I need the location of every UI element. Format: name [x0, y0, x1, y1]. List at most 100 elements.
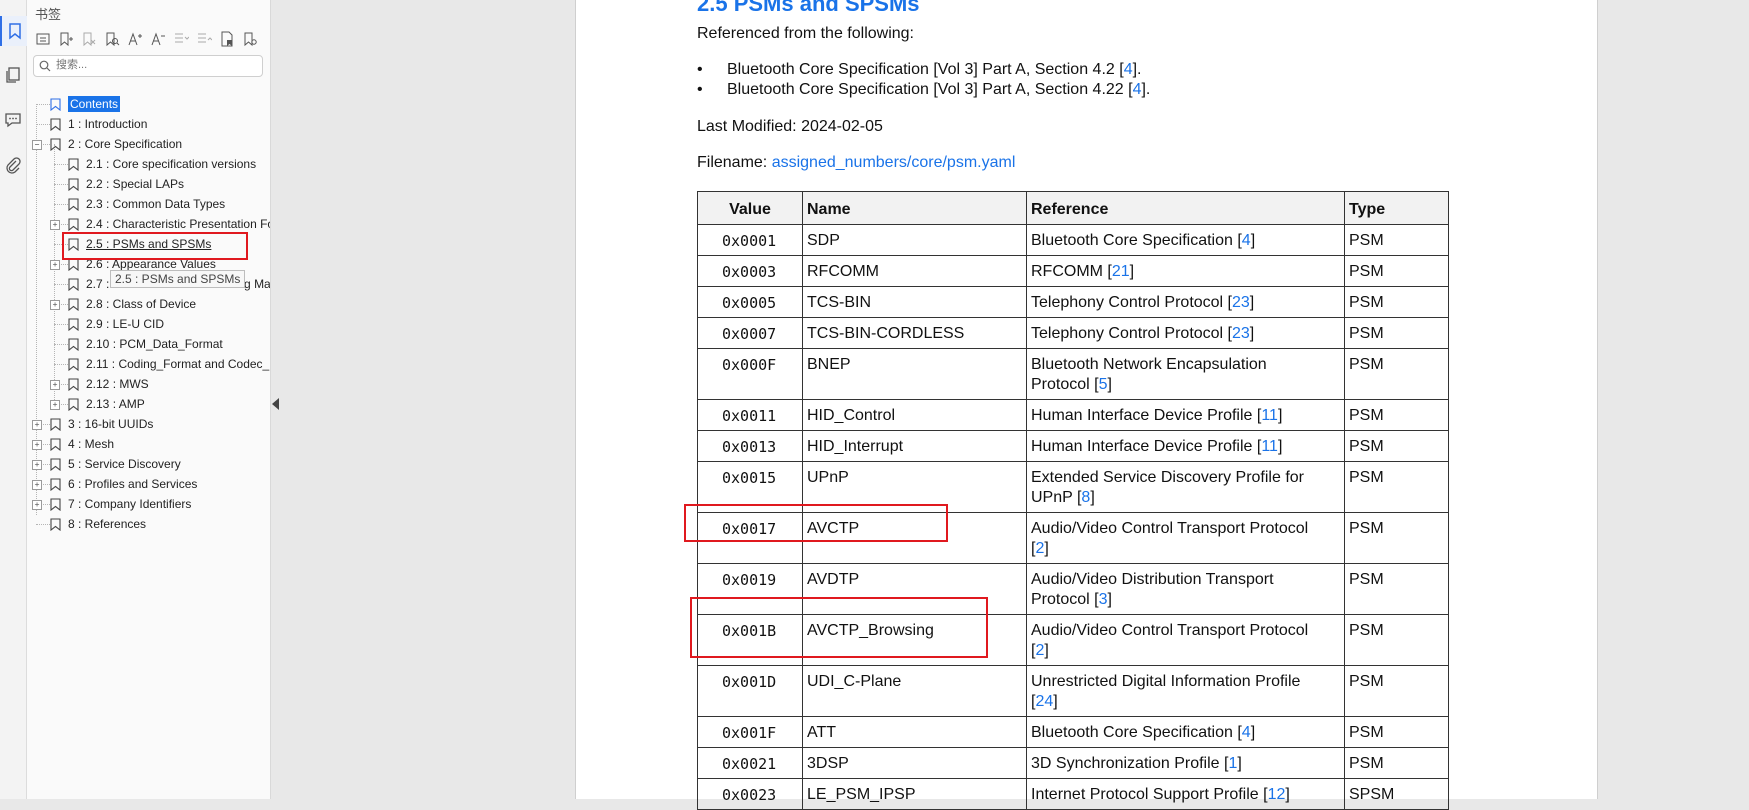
cell-type: PSM	[1344, 665, 1449, 717]
cell-value: 0x000F	[697, 348, 803, 400]
bookmark-item[interactable]: 2.4 : Characteristic Presentation Format…	[68, 214, 270, 234]
bookmark-from-page-button[interactable]	[217, 28, 237, 50]
cell-name: BNEP	[802, 348, 1027, 400]
delete-bookmark-button[interactable]	[79, 28, 99, 50]
decrease-font-button[interactable]	[148, 28, 168, 50]
expand-toggle-icon[interactable]: +	[50, 400, 60, 410]
cell-name: HID_Control	[802, 399, 1027, 431]
reference-link[interactable]: 4	[1242, 232, 1251, 249]
reference-link[interactable]: 23	[1232, 294, 1250, 311]
section-heading: 2.5 PSMs and SPSMs	[697, 0, 920, 16]
bookmark-label: 2.1 : Core specification versions	[86, 157, 257, 171]
reference-text: Audio/Video Distribution Transport	[1031, 571, 1274, 588]
bookmark-settings-button[interactable]	[240, 28, 260, 50]
cell-value: 0x0023	[697, 778, 803, 810]
collapse-panel-arrow-icon[interactable]	[272, 398, 279, 410]
bookmark-search-box[interactable]	[33, 55, 263, 77]
pages-icon	[6, 67, 20, 83]
bookmark-item[interactable]: 2.10 : PCM_Data_Format	[68, 334, 223, 354]
table-header-row: Value Name Reference Type	[697, 191, 1449, 225]
bookmark-label: 2.8 : Class of Device	[86, 297, 197, 311]
add-bookmark-button[interactable]	[56, 28, 76, 50]
cell-type: PSM	[1344, 461, 1449, 513]
attachments-tab-button[interactable]	[0, 150, 26, 180]
cell-type: PSM	[1344, 563, 1449, 615]
bookmark-item[interactable]: 2.9 : LE-U CID	[68, 314, 164, 334]
bookmark-item[interactable]: 6 : Profiles and Services	[50, 474, 197, 494]
reference-link[interactable]: 5	[1099, 376, 1108, 393]
expand-toggle-icon[interactable]: +	[32, 500, 42, 510]
bookmark-icon	[9, 23, 21, 40]
cell-reference: Bluetooth Network Encapsulation Protocol …	[1026, 348, 1345, 400]
increase-font-button[interactable]	[125, 28, 145, 50]
bookmark-item[interactable]: 7 : Company Identifiers	[50, 494, 191, 514]
bookmark-item[interactable]: 2.11 : Coding_Format and Codec_ID	[68, 354, 270, 374]
reference-link[interactable]: 3	[1099, 591, 1108, 608]
highlight-box-bookmark	[62, 232, 248, 260]
reference-link[interactable]: 4	[1242, 724, 1251, 741]
bookmark-item[interactable]: 2.13 : AMP	[68, 394, 145, 414]
expand-toggle-icon[interactable]: +	[50, 380, 60, 390]
reference-link[interactable]: 2	[1035, 540, 1044, 557]
bookmark-item[interactable]: 2.8 : Class of Device	[68, 294, 196, 314]
bookmark-icon	[68, 197, 79, 211]
bookmark-item[interactable]: 2.1 : Core specification versions	[68, 154, 256, 174]
reference-text: Telephony Control Protocol [	[1031, 294, 1232, 311]
expand-toggle-icon[interactable]: +	[50, 300, 60, 310]
reference-link[interactable]: 2	[1035, 642, 1044, 659]
reference-link[interactable]: 12	[1268, 786, 1286, 803]
reference-text: Telephony Control Protocol [	[1031, 325, 1232, 342]
expand-icon	[175, 33, 189, 43]
collapse-all-button[interactable]	[194, 28, 214, 50]
expand-toggle-icon[interactable]: +	[32, 420, 42, 430]
bookmark-item[interactable]: 2.12 : MWS	[68, 374, 149, 394]
cell-name: UDI_C-Plane	[802, 665, 1027, 717]
expand-toggle-icon[interactable]: +	[32, 460, 42, 470]
table-row: 0x0007 TCS-BIN-CORDLESS Telephony Control …	[697, 317, 1449, 349]
bookmark-item[interactable]: 3 : 16-bit UUIDs	[50, 414, 153, 434]
reference-link[interactable]: 1	[1228, 755, 1237, 772]
bookmark-item[interactable]: 1 : Introduction	[50, 114, 147, 134]
expand-toggle-icon[interactable]: +	[32, 480, 42, 490]
search-input[interactable]	[56, 57, 256, 73]
filename: Filename: assigned_numbers/core/psm.yaml	[697, 154, 1015, 172]
pages-tab-button[interactable]	[0, 60, 26, 90]
highlight-box-avctp-browsing	[690, 597, 988, 658]
filename-link[interactable]: assigned_numbers/core/psm.yaml	[772, 154, 1016, 171]
reference-link[interactable]: 24	[1035, 693, 1053, 710]
reference-link[interactable]: 8	[1081, 489, 1090, 506]
reference-link[interactable]: 21	[1112, 263, 1130, 280]
bookmark-item[interactable]: 2.2 : Special LAPs	[68, 174, 184, 194]
reference-text: Internet Protocol Support Profile [	[1031, 786, 1268, 803]
comment-icon	[5, 113, 21, 128]
reference-link[interactable]: 4	[1124, 61, 1133, 78]
reference-link[interactable]: 23	[1232, 325, 1250, 342]
bookmark-icon	[68, 357, 79, 371]
table-row: 0x0023 LE_PSM_IPSP Internet Protocol Suppo…	[697, 778, 1449, 810]
expand-toggle-icon[interactable]: +	[32, 440, 42, 450]
document-page: 2.5 PSMs and SPSMs Referenced from the f…	[575, 0, 1598, 810]
reference-link[interactable]: 11	[1261, 438, 1278, 455]
comments-tab-button[interactable]	[0, 104, 26, 134]
find-bookmark-button[interactable]	[102, 28, 122, 50]
reference-text: Protocol [	[1031, 591, 1099, 608]
bookmark-options-button[interactable]	[33, 28, 53, 50]
reference-text: 3D Synchronization Profile [	[1031, 755, 1229, 772]
bookmarks-tab-button[interactable]	[0, 16, 28, 46]
bookmark-item[interactable]: Contents	[50, 94, 121, 114]
cell-value: 0x0005	[697, 286, 803, 318]
tree-branch-line	[54, 344, 68, 345]
bookmark-item[interactable]: 2.3 : Common Data Types	[68, 194, 225, 214]
reference-link[interactable]: 11	[1261, 407, 1278, 424]
collapse-toggle-icon[interactable]: −	[32, 140, 42, 150]
bookmark-icon	[68, 217, 79, 231]
bookmark-item[interactable]: 8 : References	[50, 514, 146, 534]
bookmark-label: 2.4 : Characteristic Presentation Format…	[86, 217, 270, 231]
bullet-text: Bluetooth Core Specification [Vol 3] Par…	[727, 61, 1124, 78]
expand-toggle-icon[interactable]: +	[50, 260, 60, 270]
expand-toggle-icon[interactable]: +	[50, 220, 60, 230]
expand-all-button[interactable]	[171, 28, 191, 50]
bookmark-item[interactable]: 4 : Mesh	[50, 434, 114, 454]
bookmark-item[interactable]: 5 : Service Discovery	[50, 454, 181, 474]
bookmark-item[interactable]: 2 : Core Specification	[50, 134, 182, 154]
